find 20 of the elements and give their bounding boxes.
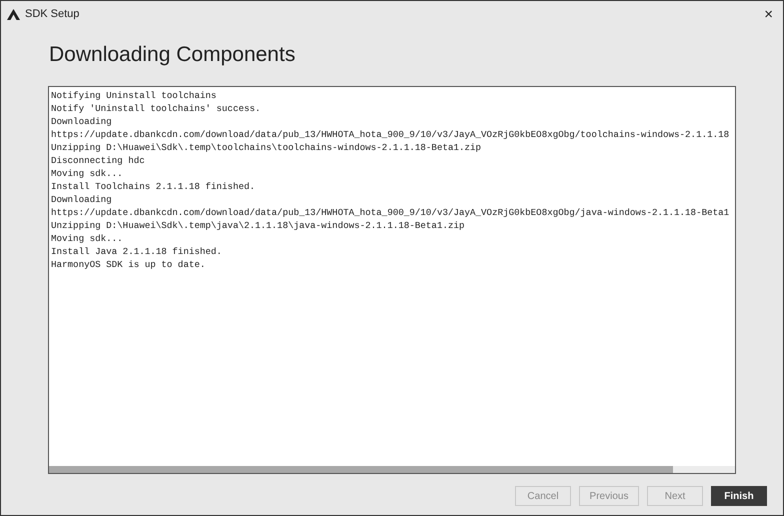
page-heading: Downloading Components bbox=[49, 42, 296, 68]
log-line: Downloading bbox=[51, 193, 112, 206]
horizontal-scrollbar[interactable] bbox=[49, 466, 735, 473]
log-line: Install Toolchains 2.1.1.18 finished. bbox=[51, 180, 255, 193]
log-line: Disconnecting hdc bbox=[51, 154, 145, 167]
log-line: Moving sdk... bbox=[51, 232, 123, 245]
log-line: Notifying Uninstall toolchains bbox=[51, 89, 216, 102]
window-title: SDK Setup bbox=[25, 6, 80, 22]
log-line: Install Java 2.1.1.18 finished. bbox=[51, 245, 222, 258]
log-line: Moving sdk... bbox=[51, 167, 123, 180]
log-line: HarmonyOS SDK is up to date. bbox=[51, 258, 206, 271]
app-logo-icon bbox=[7, 8, 20, 20]
close-button[interactable]: × bbox=[760, 6, 777, 22]
log-line: Unzipping D:\Huawei\Sdk\.temp\java\2.1.1.18\java-windows-2.1.1.18-Beta1.zip bbox=[51, 219, 465, 232]
log-line: Unzipping D:\Huawei\Sdk\.temp\toolchains\toolchains-windows-2.1.1.18-Beta1.zip bbox=[51, 141, 482, 154]
log-line: https://update.dbankcdn.com/download/data/pub_13/HWHOTA_hota_900_9/10/v3/JayA_VOzRjG0kbEO8xgObg/java-windows-2.1.1.18-Beta1 bbox=[51, 206, 730, 219]
log-line: Downloading bbox=[51, 115, 112, 128]
dialog-button[interactable]: Finish bbox=[711, 486, 767, 506]
log-line: https://update.dbankcdn.com/download/data/pub_13/HWHOTA_hota_900_9/10/v3/JayA_VOzRjG0kbEO8xgObg/toolchains-windows-2.1.1.18 bbox=[51, 128, 730, 141]
log-line: Notify 'Uninstall toolchains' success. bbox=[51, 102, 261, 115]
